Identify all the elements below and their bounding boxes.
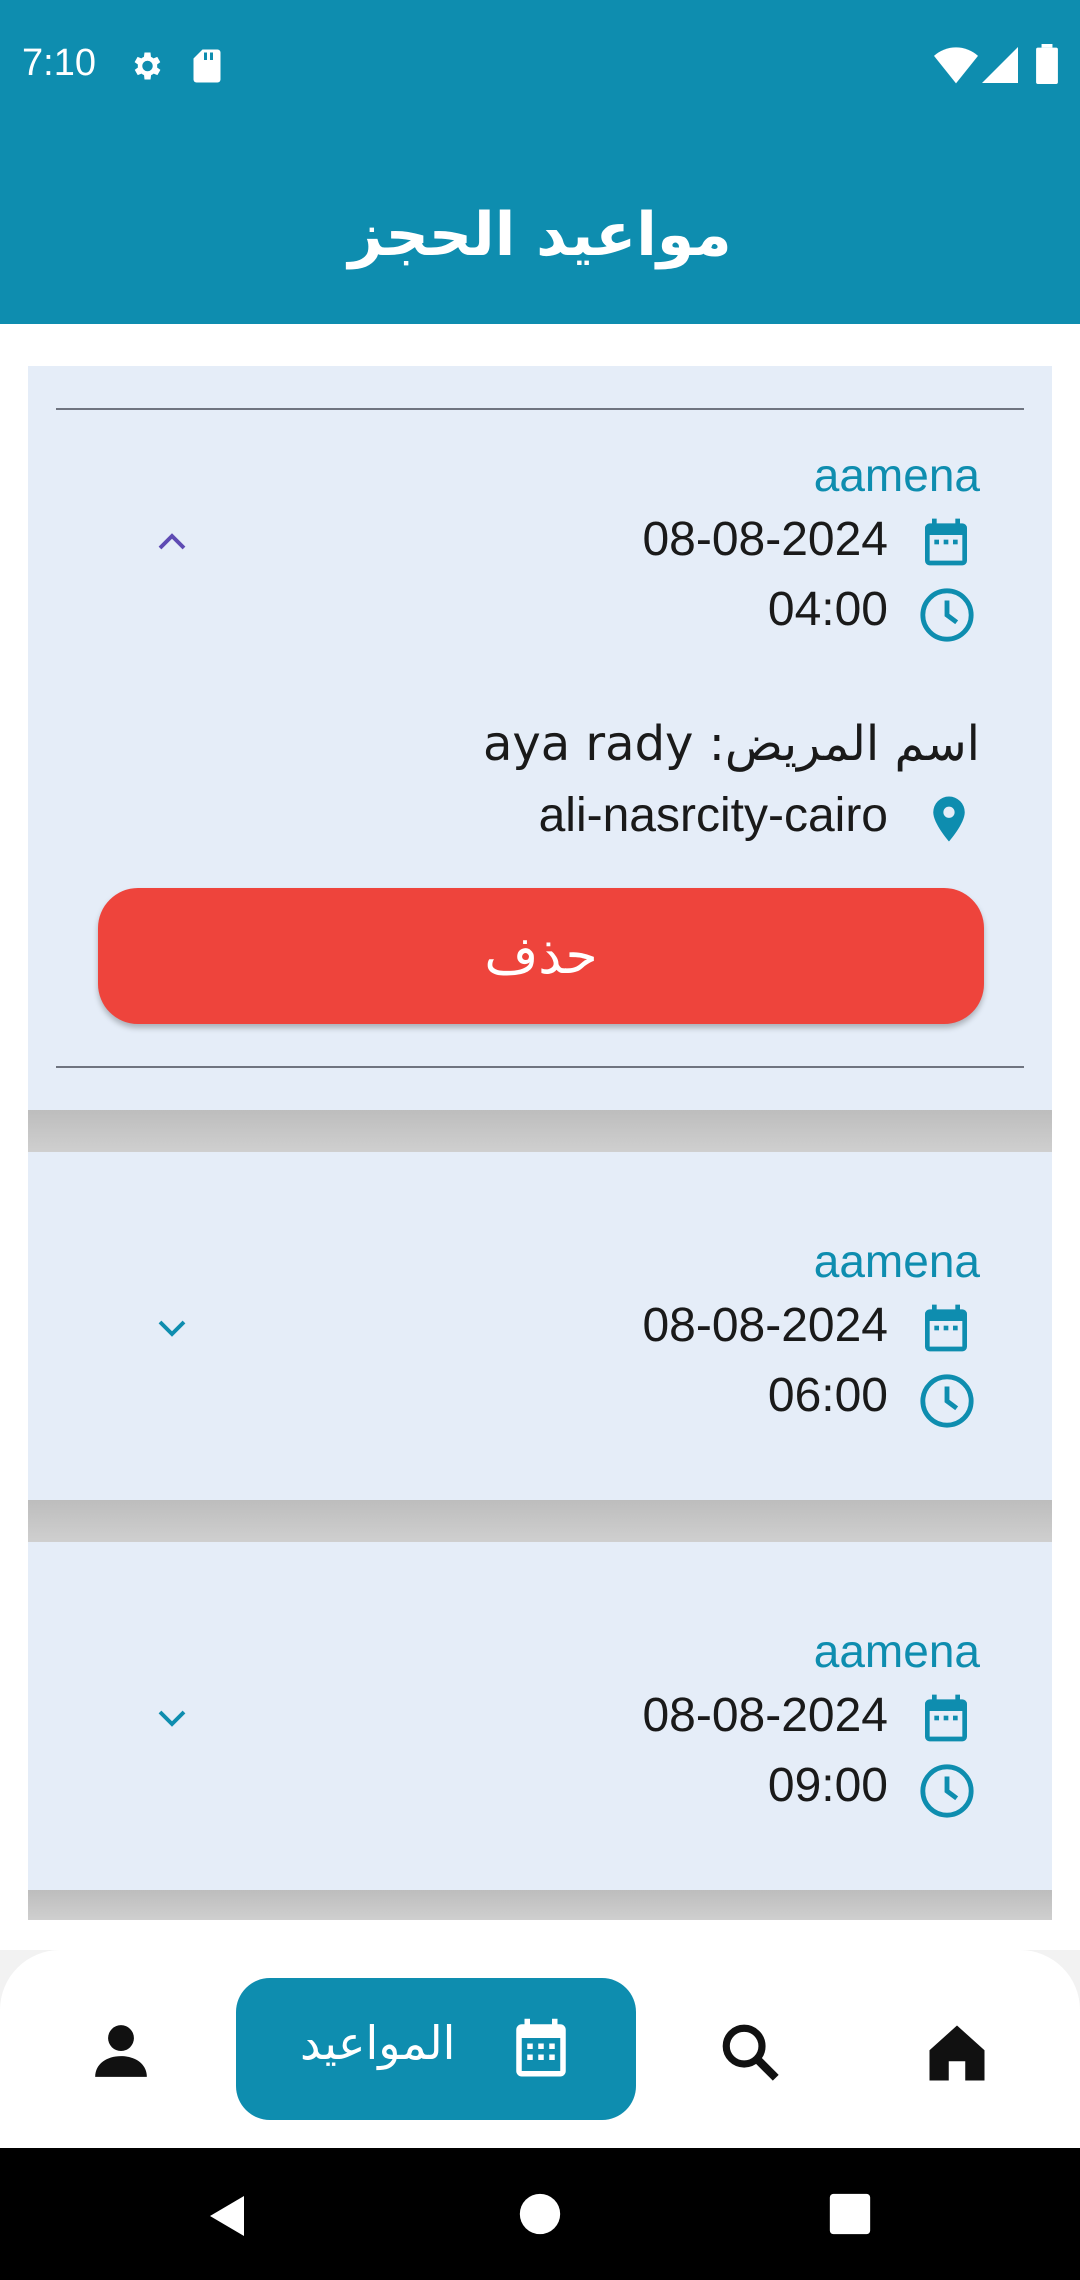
calendar-icon <box>516 2018 566 2077</box>
calendar-icon <box>925 1304 967 1352</box>
settings-icon <box>134 52 161 80</box>
delete-button[interactable]: حذف <box>98 888 984 1024</box>
bottom-navigation: المواعيد <box>0 1950 1080 2148</box>
home-circle-icon[interactable] <box>518 2192 562 2236</box>
nav-appointments-label: المواعيد <box>300 2016 456 2070</box>
card-separator <box>28 1500 1052 1542</box>
appointment-time: 04:00 <box>767 583 888 636</box>
home-icon[interactable] <box>924 2020 990 2086</box>
calendar-icon <box>925 1694 967 1742</box>
bottom-navigation-bar: المواعيد <box>0 1950 1080 2148</box>
card-separator <box>28 1110 1052 1152</box>
clock-icon <box>920 588 974 642</box>
appointment-card[interactable]: aamena 08-08-2024 04:00 اسم المريض: aya … <box>28 366 1052 1110</box>
sd-card-icon <box>193 49 221 83</box>
page-title: مواعيد الحجز <box>348 200 732 270</box>
system-navigation-bar <box>0 2148 1080 2280</box>
app-header: 7:10 مواعيد الحجز <box>0 0 1080 324</box>
search-icon[interactable] <box>718 2020 784 2086</box>
doctor-name: aamena <box>813 1235 980 1287</box>
chevron-down-icon[interactable] <box>152 1310 192 1346</box>
card-divider-bottom <box>56 1066 1024 1068</box>
chevron-up-icon[interactable] <box>152 524 192 560</box>
profile-icon[interactable] <box>90 2020 152 2082</box>
appointment-date: 08-08-2024 <box>642 1299 888 1352</box>
patient-name: اسم المريض: aya rady <box>482 716 980 772</box>
card-separator <box>28 1890 1052 1920</box>
doctor-name: aamena <box>813 449 980 501</box>
battery-icon <box>1036 44 1058 84</box>
appointment-date: 08-08-2024 <box>642 1689 888 1742</box>
nav-appointments-button[interactable]: المواعيد <box>236 1978 636 2120</box>
recents-icon[interactable] <box>828 2192 872 2236</box>
appointment-date: 08-08-2024 <box>642 513 888 566</box>
status-time: 7:10 <box>22 42 96 84</box>
clock-icon <box>920 1764 974 1818</box>
back-icon[interactable] <box>204 2192 252 2240</box>
card-divider-top <box>56 408 1024 410</box>
status-bar: 7:10 <box>0 0 1080 136</box>
appointment-card[interactable]: aamena 08-08-2024 06:00 <box>28 1152 1052 1500</box>
location-pin-icon <box>933 796 965 842</box>
appointment-card[interactable]: aamena 08-08-2024 09:00 <box>28 1542 1052 1890</box>
clock-icon <box>920 1374 974 1428</box>
appointment-time: 09:00 <box>767 1759 888 1812</box>
appointment-address: ali-nasrcity-cairo <box>538 789 888 842</box>
calendar-icon <box>925 518 967 566</box>
appointment-time: 06:00 <box>767 1369 888 1422</box>
chevron-down-icon[interactable] <box>152 1700 192 1736</box>
appointments-list: aamena 08-08-2024 04:00 اسم المريض: aya … <box>0 324 1080 1950</box>
wifi-icon <box>934 47 978 84</box>
signal-icon <box>982 47 1018 83</box>
doctor-name: aamena <box>813 1625 980 1677</box>
